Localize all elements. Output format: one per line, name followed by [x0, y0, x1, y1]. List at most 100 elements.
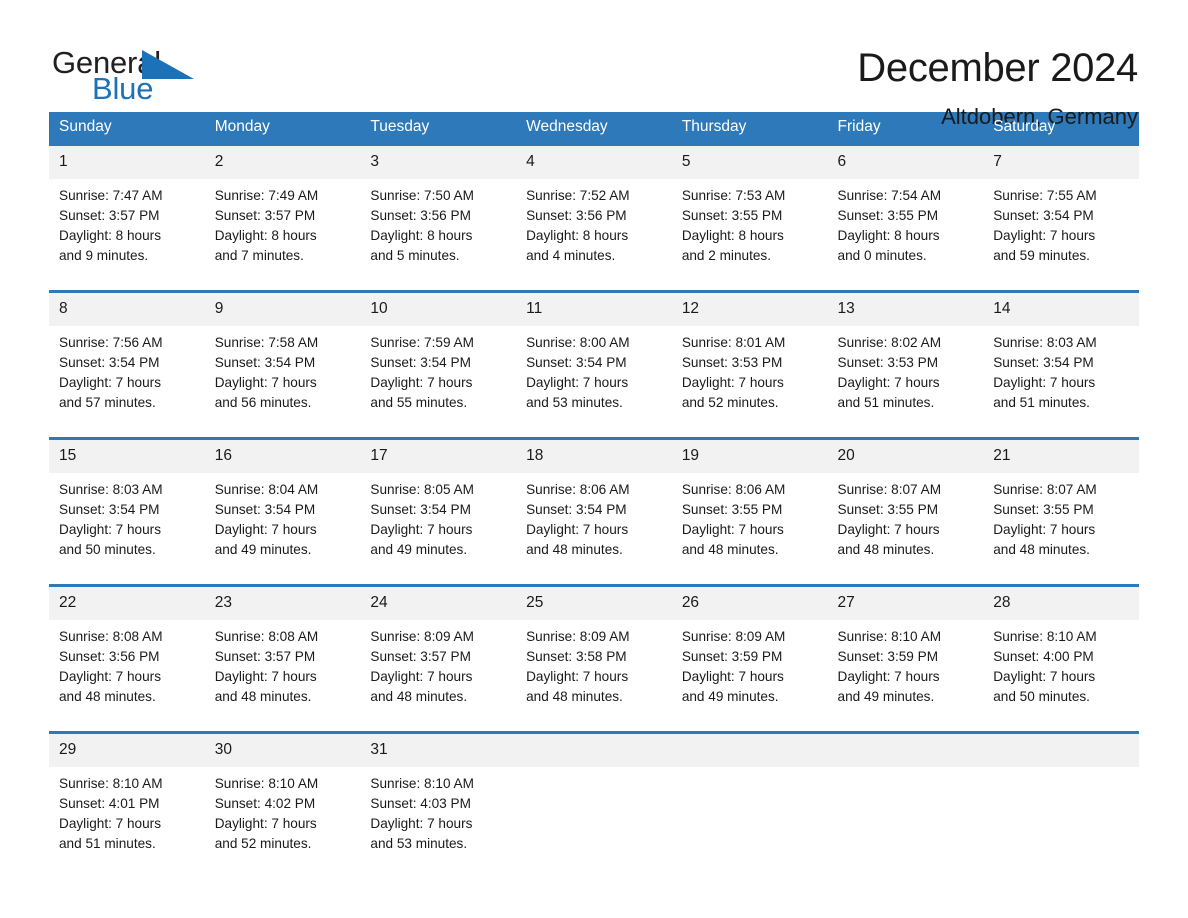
general-blue-logo: General Blue — [49, 46, 199, 108]
sunset-time: Sunset: 3:54 PM — [214, 355, 316, 370]
sunset-time: Sunset: 3:54 PM — [370, 355, 471, 370]
calendar-day-cell[interactable]: 22 Sunrise: 8:08 AM Sunset: 3:56 PM Dayligh… — [49, 584, 205, 718]
calendar-day-cell[interactable]: 23 Sunrise: 8:08 AM Sunset: 3:57 PM Dayligh… — [204, 584, 361, 718]
calendar-day-cell[interactable]: 19 Sunrise: 8:06 AM Sunset: 3:55 PM Dayligh… — [671, 437, 828, 571]
sunset-time: Sunset: 3:59 PM — [837, 649, 939, 664]
calendar-day-cell[interactable]: 9 Sunrise: 7:58 AM Sunset: 3:54 PM Daylight… — [204, 290, 361, 424]
calendar-day-cell[interactable]: 15 Sunrise: 8:03 AM Sunset: 3:54 PM Dayligh… — [49, 437, 205, 571]
calendar-day-cell[interactable]: 6 Sunrise: 7:54 AM Sunset: 3:55 PM Daylight… — [827, 143, 984, 277]
day-details: Sunrise: 8:09 AM Sunset: 3:57 PM Daylight:… — [360, 620, 516, 707]
daylight-duration-line2: and 55 minutes. — [370, 395, 468, 410]
calendar-day-cell[interactable]: 25 Sunrise: 8:09 AM Sunset: 3:58 PM Dayligh… — [516, 584, 672, 718]
calendar-day-cell[interactable]: 7 Sunrise: 7:55 AM Sunset: 3:54 PM Daylight… — [983, 143, 1139, 277]
sunrise-time: Sunrise: 7:55 AM — [993, 188, 1097, 203]
daylight-duration-line2: and 48 minutes. — [993, 542, 1090, 557]
day-cell-inner: 28 Sunrise: 8:10 AM Sunset: 4:00 PM Dayligh… — [983, 584, 1139, 718]
sunrise-time: Sunrise: 8:00 AM — [526, 335, 630, 350]
calendar-day-cell[interactable]: 28 Sunrise: 8:10 AM Sunset: 4:00 PM Dayligh… — [983, 584, 1139, 718]
day-number: 8 — [49, 293, 205, 326]
day-number: 5 — [671, 146, 828, 179]
daylight-duration-line1: Daylight: 7 hours — [370, 522, 473, 537]
calendar-day-cell[interactable]: 12 Sunrise: 8:01 AM Sunset: 3:53 PM Dayligh… — [671, 290, 828, 424]
sunset-time: Sunset: 3:59 PM — [681, 649, 783, 664]
calendar-day-cell[interactable]: 16 Sunrise: 8:04 AM Sunset: 3:54 PM Dayligh… — [204, 437, 361, 571]
day-details: Sunrise: 8:04 AM Sunset: 3:54 PM Daylight:… — [205, 473, 361, 560]
calendar-day-cell[interactable]: 11 Sunrise: 8:00 AM Sunset: 3:54 PM Dayligh… — [516, 290, 672, 424]
sunrise-time: Sunrise: 7:53 AM — [681, 188, 786, 203]
weekday-header-tuesday: Tuesday — [360, 112, 517, 143]
day-number: 9 — [204, 293, 361, 326]
daylight-duration-line2: and 53 minutes. — [526, 395, 623, 410]
daylight-duration-line2: and 0 minutes. — [837, 248, 927, 263]
weekday-header-thursday: Thursday — [671, 112, 828, 143]
calendar-body: 1 Sunrise: 7:47 AM Sunset: 3:57 PM Daylight… — [49, 143, 1139, 865]
weekday-header-monday: Monday — [204, 112, 361, 143]
calendar-day-cell[interactable]: 1 Sunrise: 7:47 AM Sunset: 3:57 PM Daylight… — [49, 143, 205, 277]
daylight-duration-line2: and 9 minutes. — [59, 248, 149, 263]
day-number: 30 — [204, 734, 361, 767]
calendar-day-cell[interactable]: 3 Sunrise: 7:50 AM Sunset: 3:56 PM Daylight… — [360, 143, 517, 277]
sunrise-time: Sunrise: 7:52 AM — [526, 188, 630, 203]
daylight-duration-line2: and 51 minutes. — [837, 395, 935, 410]
day-cell-inner: 19 Sunrise: 8:06 AM Sunset: 3:55 PM Dayligh… — [671, 437, 828, 571]
daylight-duration-line2: and 50 minutes. — [993, 689, 1090, 704]
calendar-day-cell[interactable]: 5 Sunrise: 7:53 AM Sunset: 3:55 PM Daylight… — [671, 143, 828, 277]
day-cell-inner: 26 Sunrise: 8:09 AM Sunset: 3:59 PM Dayligh… — [671, 584, 828, 718]
sunrise-time: Sunrise: 8:08 AM — [59, 629, 163, 644]
calendar-day-cell[interactable]: 13 Sunrise: 8:02 AM Sunset: 3:53 PM Dayligh… — [827, 290, 984, 424]
calendar-day-cell[interactable]: 24 Sunrise: 8:09 AM Sunset: 3:57 PM Dayligh… — [360, 584, 517, 718]
week-spacer-cell — [49, 571, 1139, 584]
day-details — [672, 767, 828, 774]
calendar-day-cell[interactable]: 27 Sunrise: 8:10 AM Sunset: 3:59 PM Dayligh… — [827, 584, 984, 718]
day-number: 7 — [983, 146, 1139, 179]
calendar-day-cell[interactable]: 26 Sunrise: 8:09 AM Sunset: 3:59 PM Dayligh… — [671, 584, 828, 718]
sunrise-time: Sunrise: 8:06 AM — [526, 482, 630, 497]
daylight-duration-line1: Daylight: 8 hours — [59, 228, 162, 243]
calendar-day-cell[interactable]: 2 Sunrise: 7:49 AM Sunset: 3:57 PM Daylight… — [204, 143, 361, 277]
sunset-time: Sunset: 3:54 PM — [526, 502, 627, 517]
week-spacer — [49, 424, 1139, 437]
sunrise-time: Sunrise: 8:09 AM — [681, 629, 786, 644]
day-number: 24 — [360, 587, 517, 620]
sunrise-time: Sunrise: 8:08 AM — [214, 629, 319, 644]
day-cell-inner: 16 Sunrise: 8:04 AM Sunset: 3:54 PM Dayligh… — [204, 437, 361, 571]
day-details: Sunrise: 8:03 AM Sunset: 3:54 PM Daylight:… — [49, 473, 205, 560]
calendar-day-cell[interactable]: 4 Sunrise: 7:52 AM Sunset: 3:56 PM Daylight… — [516, 143, 672, 277]
day-number: 25 — [516, 587, 672, 620]
day-cell-inner: 12 Sunrise: 8:01 AM Sunset: 3:53 PM Dayligh… — [671, 290, 828, 424]
sunrise-time: Sunrise: 8:07 AM — [993, 482, 1097, 497]
calendar-day-cell[interactable]: 17 Sunrise: 8:05 AM Sunset: 3:54 PM Dayligh… — [360, 437, 517, 571]
week-spacer-cell — [49, 277, 1139, 290]
day-number: 15 — [49, 440, 205, 473]
sunrise-time: Sunrise: 7:50 AM — [370, 188, 474, 203]
daylight-duration-line2: and 52 minutes. — [214, 836, 312, 851]
daylight-duration-line1: Daylight: 7 hours — [59, 522, 162, 537]
day-number: 18 — [516, 440, 672, 473]
daylight-duration-line2: and 49 minutes. — [370, 542, 468, 557]
day-details: Sunrise: 8:01 AM Sunset: 3:53 PM Daylight:… — [672, 326, 828, 413]
calendar-day-cell[interactable]: 8 Sunrise: 7:56 AM Sunset: 3:54 PM Daylight… — [49, 290, 205, 424]
day-number — [983, 734, 1139, 767]
day-number: 12 — [671, 293, 828, 326]
calendar-day-cell[interactable]: 30 Sunrise: 8:10 AM Sunset: 4:02 PM Dayligh… — [204, 731, 361, 865]
sunset-time: Sunset: 3:55 PM — [681, 502, 783, 517]
day-details: Sunrise: 8:08 AM Sunset: 3:56 PM Daylight:… — [49, 620, 205, 707]
day-cell-inner: 1 Sunrise: 7:47 AM Sunset: 3:57 PM Daylight… — [49, 143, 205, 277]
calendar-day-cell[interactable]: 14 Sunrise: 8:03 AM Sunset: 3:54 PM Dayligh… — [983, 290, 1139, 424]
calendar-day-cell[interactable]: 18 Sunrise: 8:06 AM Sunset: 3:54 PM Dayligh… — [516, 437, 672, 571]
sunrise-time: Sunrise: 8:09 AM — [370, 629, 474, 644]
day-number: 6 — [827, 146, 984, 179]
day-cell-inner — [983, 731, 1139, 865]
calendar-day-cell[interactable]: 29 Sunrise: 8:10 AM Sunset: 4:01 PM Dayligh… — [49, 731, 205, 865]
day-details: Sunrise: 8:09 AM Sunset: 3:58 PM Daylight:… — [516, 620, 672, 707]
calendar-day-cell[interactable]: 21 Sunrise: 8:07 AM Sunset: 3:55 PM Dayligh… — [983, 437, 1139, 571]
day-cell-inner: 4 Sunrise: 7:52 AM Sunset: 3:56 PM Daylight… — [516, 143, 672, 277]
day-number: 16 — [204, 440, 361, 473]
calendar-day-cell[interactable]: 31 Sunrise: 8:10 AM Sunset: 4:03 PM Dayligh… — [360, 731, 517, 865]
calendar-day-cell[interactable]: 20 Sunrise: 8:07 AM Sunset: 3:55 PM Dayligh… — [827, 437, 984, 571]
daylight-duration-line2: and 49 minutes. — [837, 689, 935, 704]
sunset-time: Sunset: 3:56 PM — [370, 208, 471, 223]
day-details: Sunrise: 7:53 AM Sunset: 3:55 PM Daylight:… — [672, 179, 828, 266]
calendar-day-cell[interactable]: 10 Sunrise: 7:59 AM Sunset: 3:54 PM Dayligh… — [360, 290, 517, 424]
day-number: 4 — [516, 146, 672, 179]
